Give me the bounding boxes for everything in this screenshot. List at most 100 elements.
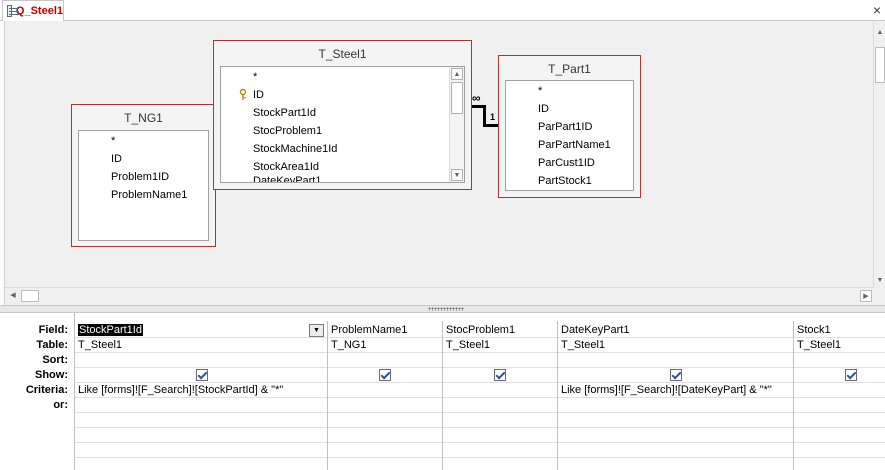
criteria-cell[interactable] — [328, 383, 442, 398]
field-cell[interactable]: StockPart1Id ▼ — [75, 323, 327, 338]
sort-cell[interactable] — [75, 353, 327, 368]
show-checkbox[interactable] — [670, 369, 682, 381]
field-item[interactable]: StockPart1Id — [221, 104, 464, 122]
criteria-cell[interactable] — [794, 383, 885, 398]
empty-cell[interactable] — [794, 443, 885, 458]
criteria-cell[interactable]: Like [forms]![F_Search]![StockPartId] & … — [75, 383, 327, 398]
field-item[interactable]: * — [506, 82, 633, 100]
empty-cell[interactable] — [328, 413, 442, 428]
empty-cell[interactable] — [558, 428, 793, 443]
field-list-scrollbar[interactable]: ▲ ▼ — [449, 67, 464, 182]
join-line[interactable] — [485, 124, 498, 127]
dropdown-arrow-icon[interactable]: ▼ — [309, 324, 324, 337]
join-line[interactable] — [483, 105, 486, 127]
scroll-thumb[interactable] — [21, 290, 39, 302]
sort-cell[interactable] — [443, 353, 557, 368]
design-horizontal-scrollbar[interactable]: ◀ ▶ — [5, 287, 874, 303]
field-item[interactable]: ID — [79, 150, 208, 168]
or-cell[interactable] — [75, 398, 327, 413]
empty-cell[interactable] — [443, 413, 557, 428]
pane-splitter[interactable] — [0, 305, 885, 313]
field-list: * ID Problem1ID ProblemName1 — [78, 130, 209, 241]
or-cell[interactable] — [794, 398, 885, 413]
grid-column[interactable]: StockPart1Id ▼ T_Steel1 Like [forms]![F_… — [75, 321, 328, 470]
field-cell[interactable]: StocProblem1 — [443, 323, 557, 338]
table-cell[interactable]: T_Steel1 — [75, 338, 327, 353]
design-vertical-scrollbar[interactable]: ▲ ▼ — [873, 21, 885, 287]
scroll-right-icon[interactable]: ▶ — [860, 290, 872, 302]
sort-cell[interactable] — [328, 353, 442, 368]
field-item[interactable]: DateKeyPart1 — [221, 172, 464, 182]
show-cell[interactable] — [328, 368, 442, 383]
field-cell[interactable]: ProblemName1 — [328, 323, 442, 338]
field-item[interactable]: ID — [221, 86, 464, 104]
table-t-ng1[interactable]: T_NG1 * ID Problem1ID ProblemName1 — [71, 104, 216, 247]
close-icon[interactable]: × — [873, 2, 881, 18]
show-cell[interactable] — [75, 368, 327, 383]
empty-cell[interactable] — [443, 443, 557, 458]
table-cell[interactable]: T_NG1 — [328, 338, 442, 353]
empty-cell[interactable] — [328, 428, 442, 443]
scroll-up-icon[interactable]: ▲ — [874, 27, 885, 39]
empty-cell[interactable] — [75, 413, 327, 428]
grid-column[interactable]: DateKeyPart1 T_Steel1 Like [forms]![F_Se… — [558, 321, 794, 470]
row-label-field: Field: — [38, 324, 68, 336]
empty-cell[interactable] — [794, 428, 885, 443]
field-item[interactable]: * — [221, 68, 464, 86]
show-checkbox[interactable] — [845, 369, 857, 381]
scroll-thumb[interactable] — [875, 47, 885, 83]
row-label-table: Table: — [36, 339, 68, 351]
show-cell[interactable] — [558, 368, 793, 383]
field-item[interactable]: PartStock1 — [506, 172, 633, 190]
field-cell[interactable]: DateKeyPart1 — [558, 323, 793, 338]
field-item[interactable]: * — [79, 132, 208, 150]
scroll-left-icon[interactable]: ◀ — [7, 290, 19, 302]
empty-cell[interactable] — [75, 443, 327, 458]
scroll-thumb[interactable] — [451, 82, 463, 114]
grid-column[interactable]: StocProblem1 T_Steel1 — [443, 321, 558, 470]
table-t-steel1[interactable]: T_Steel1 * ID StockPart1Id StocProblem1 … — [213, 40, 472, 190]
grid-column[interactable]: Stock1 T_Steel1 — [794, 321, 885, 470]
tab-q-steel1[interactable]: Q_Steel1 — [2, 0, 64, 21]
or-cell[interactable] — [558, 398, 793, 413]
or-cell[interactable] — [328, 398, 442, 413]
field-item[interactable]: ParPart1ID — [506, 118, 633, 136]
show-checkbox[interactable] — [196, 369, 208, 381]
row-label-sort: Sort: — [42, 354, 68, 366]
grid-row-labels: Field: Table: Sort: Show: Criteria: or: — [0, 313, 75, 470]
or-cell[interactable] — [443, 398, 557, 413]
row-label-show: Show: — [35, 369, 68, 381]
empty-cell[interactable] — [75, 428, 327, 443]
empty-cell[interactable] — [794, 413, 885, 428]
table-cell[interactable]: T_Steel1 — [794, 338, 885, 353]
field-item[interactable]: ID — [506, 100, 633, 118]
sort-cell[interactable] — [558, 353, 793, 368]
criteria-cell[interactable] — [443, 383, 557, 398]
table-cell[interactable]: T_Steel1 — [443, 338, 557, 353]
empty-cell[interactable] — [558, 413, 793, 428]
empty-cell[interactable] — [328, 443, 442, 458]
scroll-down-icon[interactable]: ▼ — [451, 169, 463, 181]
field-cell[interactable]: Stock1 — [794, 323, 885, 338]
primary-key-icon — [239, 89, 247, 100]
field-item[interactable]: Problem1ID — [79, 168, 208, 186]
scroll-down-icon[interactable]: ▼ — [874, 275, 885, 287]
field-item[interactable]: ProblemName1 — [79, 186, 208, 204]
grid-column[interactable]: ProblemName1 T_NG1 — [328, 321, 443, 470]
field-item[interactable]: StocProblem1 — [221, 122, 464, 140]
sort-cell[interactable] — [794, 353, 885, 368]
scroll-up-icon[interactable]: ▲ — [451, 68, 463, 80]
table-t-part1[interactable]: T_Part1 * ID ParPart1ID ParPartName1 Par… — [498, 55, 641, 198]
field-item[interactable]: ParPartName1 — [506, 136, 633, 154]
empty-cell[interactable] — [443, 428, 557, 443]
field-item[interactable]: ParCust1ID — [506, 154, 633, 172]
field-item[interactable]: StockMachine1Id — [221, 140, 464, 158]
table-cell[interactable]: T_Steel1 — [558, 338, 793, 353]
show-checkbox[interactable] — [494, 369, 506, 381]
empty-cell[interactable] — [558, 443, 793, 458]
splitter-grip-icon[interactable] — [428, 307, 464, 311]
show-cell[interactable] — [443, 368, 557, 383]
criteria-cell[interactable]: Like [forms]![F_Search]![DateKeyPart] & … — [558, 383, 793, 398]
show-checkbox[interactable] — [379, 369, 391, 381]
show-cell[interactable] — [794, 368, 885, 383]
